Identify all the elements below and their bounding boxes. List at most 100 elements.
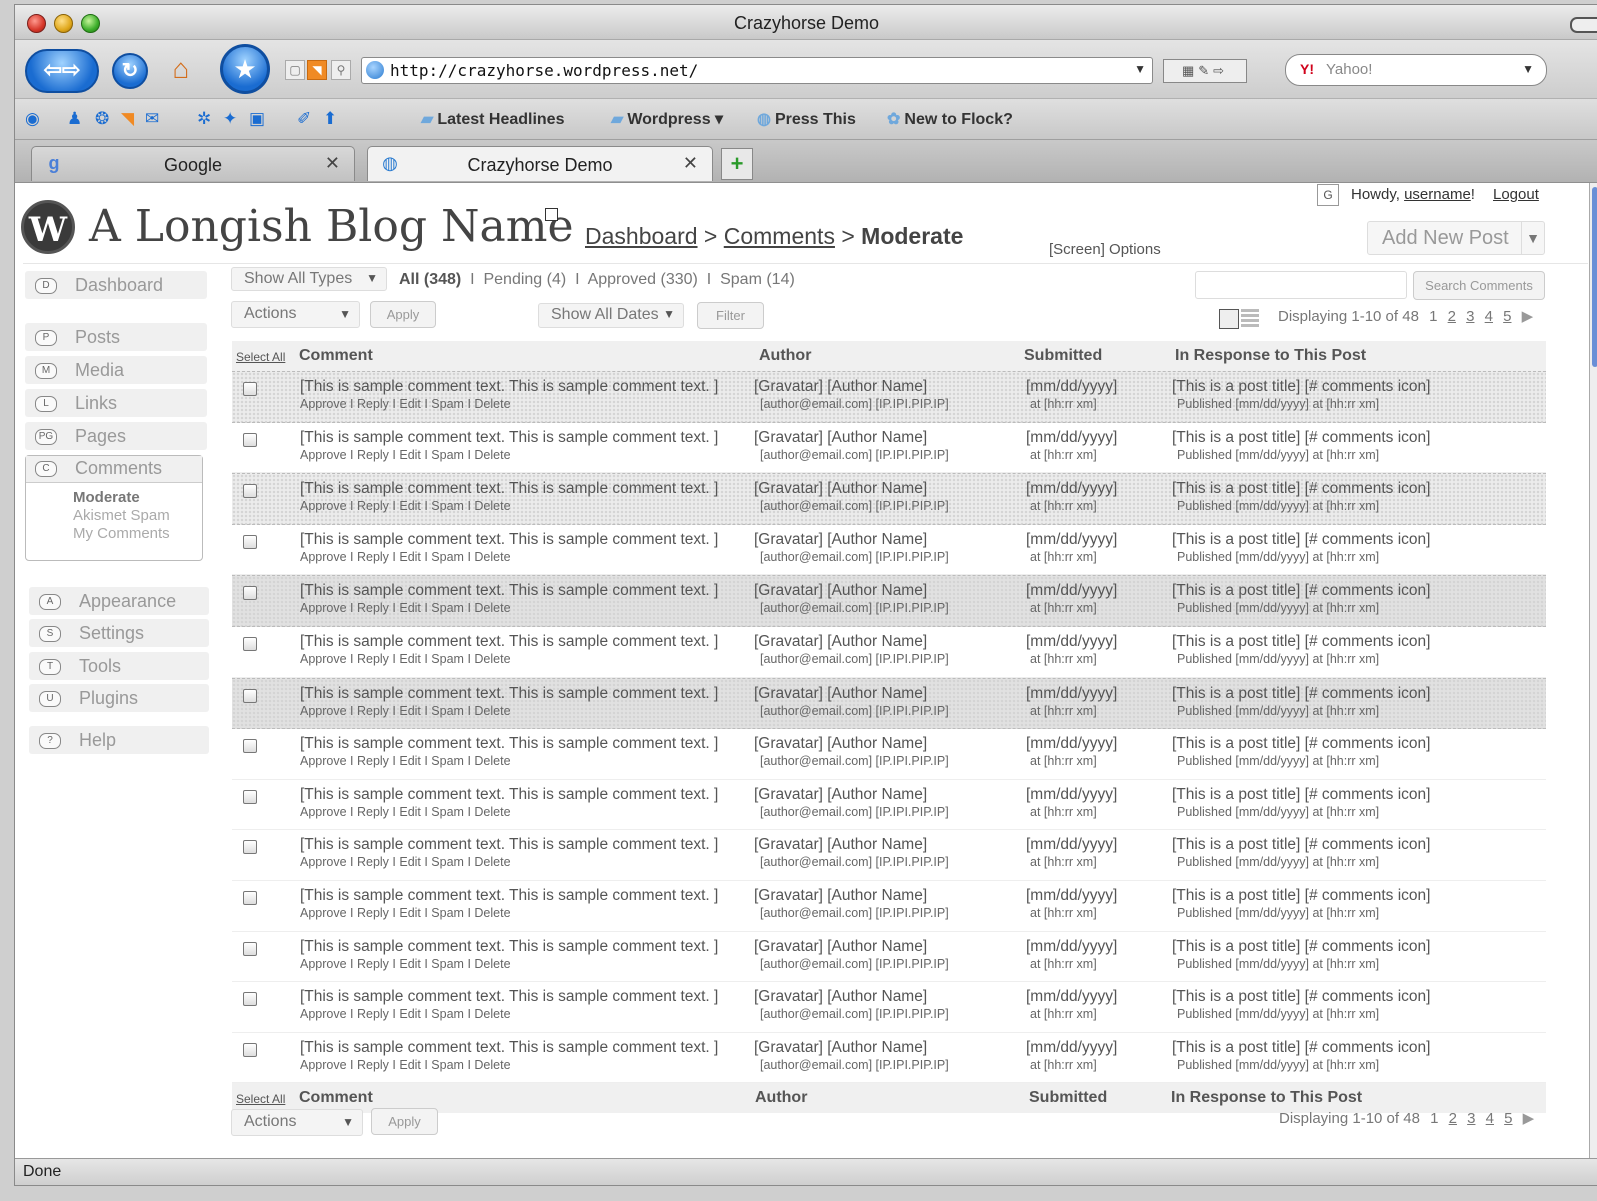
row-checkbox[interactable] (243, 739, 257, 754)
post-title-link[interactable]: [This is a post title] [# comments icon] (1172, 531, 1430, 549)
table-row[interactable]: [This is sample comment text. This is sa… (232, 830, 1546, 881)
logout-link[interactable]: Logout (1493, 186, 1539, 203)
blog-name[interactable]: A Longish Blog Name (89, 201, 574, 252)
sidebar-item-help[interactable]: ? Help (29, 726, 209, 754)
submenu-akismet-spam[interactable]: Akismet Spam (73, 507, 170, 524)
row-checkbox[interactable] (243, 534, 257, 549)
page-link[interactable]: 2 (1449, 1110, 1457, 1127)
new-tab-icon[interactable]: + (721, 148, 753, 180)
rss-icon[interactable]: ◥ (307, 60, 327, 80)
breadcrumb-comments[interactable]: Comments (724, 223, 835, 249)
next-page-icon[interactable]: ▶ (1522, 308, 1534, 325)
table-row[interactable]: [This is sample comment text. This is sa… (232, 575, 1546, 627)
sidebar-item-appearance[interactable]: A Appearance (29, 587, 209, 615)
row-checkbox[interactable] (243, 941, 257, 956)
page-link[interactable]: 5 (1503, 308, 1511, 325)
external-link-icon[interactable] (545, 208, 558, 221)
comment-row-actions[interactable]: Approve I Reply I Edit I Spam I Delete (300, 704, 511, 718)
photo-icon[interactable]: ❂ (95, 109, 109, 129)
upload-icon[interactable]: ⬆ (323, 109, 337, 129)
toolbar-toggle-icon[interactable] (1570, 17, 1597, 33)
row-checkbox[interactable] (243, 636, 257, 651)
close-tab-icon[interactable]: ✕ (325, 153, 340, 174)
post-title-link[interactable]: [This is a post title] [# comments icon] (1172, 582, 1430, 600)
apply-button[interactable]: Apply (370, 301, 436, 328)
post-title-link[interactable]: [This is a post title] [# comments icon] (1172, 685, 1430, 703)
close-tab-icon[interactable]: ✕ (683, 153, 698, 174)
sidebar-item-comments[interactable]: C Comments Moderate Akismet Spam My Comm… (25, 455, 203, 561)
table-row[interactable]: [This is sample comment text. This is sa… (232, 677, 1546, 730)
comment-row-actions[interactable]: Approve I Reply I Edit I Spam I Delete (300, 499, 511, 513)
post-title-link[interactable]: [This is a post title] [# comments icon] (1172, 988, 1430, 1006)
row-checkbox[interactable] (243, 484, 257, 499)
sidebar-item-tools[interactable]: T Tools (29, 652, 209, 680)
search-comments-input[interactable] (1195, 271, 1407, 299)
sidebar-item-media[interactable]: M Media (25, 356, 207, 384)
scrollbar-thumb[interactable] (1592, 187, 1597, 367)
page-link[interactable]: 2 (1448, 308, 1456, 325)
list-view-icon[interactable] (1219, 309, 1239, 329)
search-comments-button[interactable]: Search Comments (1413, 271, 1545, 300)
page-link[interactable]: 3 (1466, 308, 1474, 325)
comment-row-actions[interactable]: Approve I Reply I Edit I Spam I Delete (300, 448, 511, 462)
sidebar-item-plugins[interactable]: U Plugins (29, 684, 209, 712)
screen-options-link[interactable]: [Screen] Options (1049, 241, 1161, 258)
page-link[interactable]: 5 (1504, 1110, 1512, 1127)
pin-icon[interactable]: ✦ (223, 109, 237, 129)
bookmark-new-to-flock[interactable]: ✿ New to Flock? (887, 109, 1013, 129)
comment-row-actions[interactable]: Approve I Reply I Edit I Spam I Delete (300, 601, 511, 615)
table-row[interactable]: [This is sample comment text. This is sa… (232, 525, 1546, 576)
address-tools-icon[interactable]: ▦✎⇨ (1163, 59, 1247, 83)
feed-icon[interactable]: ◥ (121, 109, 134, 129)
select-all-link[interactable]: Select All (236, 350, 285, 364)
address-bar[interactable]: http://crazyhorse.wordpress.net/ ▼ (361, 57, 1153, 84)
bookmark-press-this[interactable]: ◍ Press This (757, 109, 856, 129)
table-row[interactable]: [This is sample comment text. This is sa… (232, 627, 1546, 678)
row-checkbox[interactable] (243, 840, 257, 855)
table-row[interactable]: [This is sample comment text. This is sa… (232, 881, 1546, 932)
home-icon[interactable]: ⌂ (165, 53, 197, 85)
tab-google[interactable]: g Google ✕ (31, 146, 355, 181)
breadcrumb-dashboard[interactable]: Dashboard (585, 223, 698, 249)
web-search-box[interactable]: Y! Yahoo! ▼ (1285, 54, 1547, 86)
table-row[interactable]: [This is sample comment text. This is sa… (232, 982, 1546, 1033)
post-title-link[interactable]: [This is a post title] [# comments icon] (1172, 735, 1430, 753)
row-checkbox[interactable] (243, 1042, 257, 1057)
comment-row-actions[interactable]: Approve I Reply I Edit I Spam I Delete (300, 652, 511, 666)
blog-icon[interactable]: ✐ (297, 109, 311, 129)
page-link[interactable]: 4 (1486, 1110, 1494, 1127)
url-text[interactable]: http://crazyhorse.wordpress.net/ (390, 61, 698, 80)
magnifier-icon[interactable]: ⚲ (331, 60, 351, 80)
clipboard-icon[interactable]: ▣ (249, 109, 265, 129)
table-row[interactable]: [This is sample comment text. This is sa… (232, 932, 1546, 983)
row-checkbox[interactable] (243, 992, 257, 1007)
row-checkbox[interactable] (243, 688, 257, 703)
row-checkbox[interactable] (243, 789, 257, 804)
post-title-link[interactable]: [This is a post title] [# comments icon] (1172, 480, 1430, 498)
bulk-actions-select[interactable]: Actions ▼ (231, 301, 360, 328)
chevron-down-icon[interactable]: ▼ (1134, 62, 1146, 76)
sidebar-item-pages[interactable]: PG Pages (25, 422, 207, 450)
post-title-link[interactable]: [This is a post title] [# comments icon] (1172, 633, 1430, 651)
reload-icon[interactable]: ↻ (112, 53, 148, 89)
submenu-my-comments[interactable]: My Comments (73, 525, 170, 542)
table-row[interactable]: [This is sample comment text. This is sa… (232, 780, 1546, 831)
row-checkbox[interactable] (243, 432, 257, 447)
table-row[interactable]: [This is sample comment text. This is sa… (232, 1033, 1546, 1084)
comment-row-actions[interactable]: Approve I Reply I Edit I Spam I Delete (300, 550, 511, 564)
mail-icon[interactable]: ✉ (145, 109, 159, 129)
comment-row-actions[interactable]: Approve I Reply I Edit I Spam I Delete (300, 855, 511, 869)
excerpt-view-icon[interactable] (1241, 309, 1259, 327)
back-forward-icon[interactable]: ⇦⇨ (25, 49, 99, 93)
filter-button[interactable]: Filter (697, 302, 764, 329)
post-title-link[interactable]: [This is a post title] [# comments icon] (1172, 378, 1430, 396)
chevron-down-icon[interactable]: ▼ (1521, 222, 1544, 254)
post-title-link[interactable]: [This is a post title] [# comments icon] (1172, 786, 1430, 804)
post-title-link[interactable]: [This is a post title] [# comments icon] (1172, 1039, 1430, 1057)
comment-row-actions[interactable]: Approve I Reply I Edit I Spam I Delete (300, 805, 511, 819)
filter-spam[interactable]: Spam (14) (720, 271, 795, 288)
bookmark-wordpress[interactable]: ▰ Wordpress ▾ (611, 109, 723, 129)
post-title-link[interactable]: [This is a post title] [# comments icon] (1172, 887, 1430, 905)
post-title-link[interactable]: [This is a post title] [# comments icon] (1172, 429, 1430, 447)
sidebar-item-settings[interactable]: S Settings (29, 619, 209, 647)
